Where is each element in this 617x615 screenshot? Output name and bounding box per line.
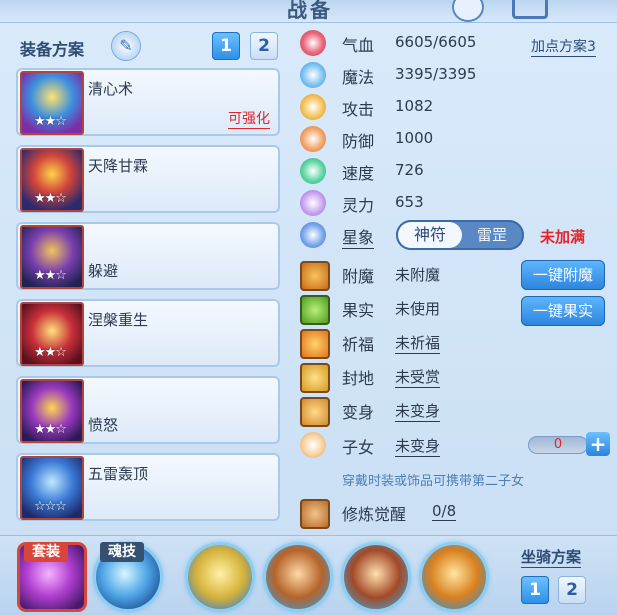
stat-value: 1082 <box>395 97 434 115</box>
skill-slot-3[interactable]: ★★☆ 躲避 <box>16 222 280 290</box>
stat-value: 726 <box>395 161 424 179</box>
brush-edit-icon[interactable]: ✎ <box>112 32 140 60</box>
sword-icon <box>300 94 326 120</box>
skill-name: 五雷轰顶 <box>88 465 149 483</box>
skill-name: 天降甘霖 <box>88 157 149 175</box>
title-bar: 战备 <box>0 0 617 23</box>
skill-slot-4[interactable]: ★★☆ 涅槃重生 <box>16 299 280 367</box>
window-title: 战备 <box>287 0 333 22</box>
stat-label: 魔法 <box>342 68 375 87</box>
stat-label: 防御 <box>342 132 375 151</box>
equipment-plan-label: 装备方案 <box>20 40 85 59</box>
skill-stars: ★★☆ <box>34 422 67 437</box>
stat-value: 3395/3395 <box>395 65 477 83</box>
stat-label: 攻击 <box>342 100 375 119</box>
extra-label: 祈福 <box>342 335 375 354</box>
child-icon <box>300 432 326 458</box>
extra-value: 未附魔 <box>395 266 441 284</box>
mount-skill-flex-icon[interactable] <box>422 545 486 609</box>
fief-icon <box>300 363 330 393</box>
child-label: 子女 <box>342 438 375 457</box>
skill-icon-qingxin: ★★☆ <box>20 71 84 135</box>
extra-value: 未使用 <box>395 300 441 318</box>
child-hint: 穿戴时装或饰品可携带第二子女 <box>342 474 525 489</box>
skill-name: 躲避 <box>88 262 119 280</box>
stat-label: 气血 <box>342 36 375 55</box>
skill-icon-tianjiang: ★★☆ <box>20 148 84 212</box>
transform-icon <box>300 397 330 427</box>
skill-icon-fennu: ★★☆ <box>20 379 84 443</box>
one-key-enchant-button[interactable]: 一键附魔 <box>521 260 605 290</box>
child-count: 0 <box>528 436 588 454</box>
mount-skill-shield-icon[interactable] <box>188 545 252 609</box>
stat-value: 6605/6605 <box>395 33 477 51</box>
extra-label: 变身 <box>342 403 375 422</box>
mount-skill-beast-icon[interactable] <box>344 545 408 609</box>
cultivate-label: 修炼觉醒 <box>342 505 407 524</box>
skill-stars: ☆☆☆ <box>34 499 67 514</box>
edit-icon[interactable] <box>512 0 548 19</box>
fruit-icon <box>300 295 330 325</box>
extra-value[interactable]: 未祈福 <box>395 332 441 354</box>
heart-icon <box>300 30 326 56</box>
one-key-fruit-button[interactable]: 一键果实 <box>521 296 605 326</box>
stat-value: 1000 <box>395 129 434 147</box>
mount-plan-button-1[interactable]: 1 <box>521 576 549 604</box>
star-sign-toggle[interactable]: 神符 雷罡 <box>396 220 524 250</box>
add-child-button[interactable]: + <box>586 432 610 456</box>
shield-icon <box>300 126 326 152</box>
skill-name: 愤怒 <box>88 416 119 434</box>
skill-name: 清心术 <box>88 80 134 98</box>
extra-value[interactable]: 未变身 <box>395 400 441 422</box>
stat-label: 灵力 <box>342 196 375 215</box>
toggle-option-shenfu[interactable]: 神符 <box>398 222 462 248</box>
star-sign-icon <box>300 222 326 248</box>
skill-slot-6[interactable]: ☆☆☆ 五雷轰顶 <box>16 453 280 521</box>
upgradeable-badge[interactable]: 可强化 <box>228 108 270 129</box>
toggle-option-leigang[interactable]: 雷罡 <box>462 222 522 248</box>
skill-stars: ★★☆ <box>34 268 67 283</box>
stat-label: 速度 <box>342 164 375 183</box>
enchant-icon <box>300 261 330 291</box>
skill-slot-5[interactable]: ★★☆ 愤怒 <box>16 376 280 444</box>
star-sign-status: 未加满 <box>540 228 586 246</box>
skill-icon-duobi: ★★☆ <box>20 225 84 289</box>
skill-slot-2[interactable]: ★★☆ 天降甘霖 <box>16 145 280 213</box>
attribute-plan-link[interactable]: 加点方案3 <box>531 36 596 57</box>
skill-slot-1[interactable]: ★★☆ 清心术 可强化 <box>16 68 280 136</box>
cultivate-value[interactable]: 0/8 <box>432 502 457 521</box>
equipment-plan-panel: 装备方案 ✎ 1 2 ★★☆ 清心术 可强化 ★★☆ 天降甘霖 ★★☆ 躲避 ★… <box>10 26 290 531</box>
extra-label: 果实 <box>342 301 375 320</box>
skill-name: 涅槃重生 <box>88 311 149 329</box>
skill-stars: ★★☆ <box>34 345 67 360</box>
skill-icon-wulei: ☆☆☆ <box>20 456 84 520</box>
child-value[interactable]: 未变身 <box>395 435 441 457</box>
mount-plan-label[interactable]: 坐骑方案 <box>521 546 582 568</box>
soul-skill-tag: 魂技 <box>100 542 144 562</box>
skill-stars: ★★☆ <box>34 114 67 129</box>
star-sign-label[interactable]: 星象 <box>342 224 375 249</box>
mount-skill-warrior-icon[interactable] <box>266 545 330 609</box>
skill-stars: ★★☆ <box>34 191 67 206</box>
extra-label: 封地 <box>342 369 375 388</box>
mount-plan-button-2[interactable]: 2 <box>558 576 586 604</box>
cultivate-icon <box>300 499 330 529</box>
lightning-icon <box>300 158 326 184</box>
bless-icon <box>300 329 330 359</box>
skill-icon-niepan: ★★☆ <box>20 302 84 366</box>
plan-button-2[interactable]: 2 <box>250 32 278 60</box>
stat-value: 653 <box>395 193 424 211</box>
help-icon[interactable] <box>452 0 484 22</box>
extra-label: 附魔 <box>342 267 375 286</box>
suit-tag: 套装 <box>24 542 68 562</box>
mana-icon <box>300 62 326 88</box>
plan-button-1[interactable]: 1 <box>212 32 240 60</box>
spirit-icon <box>300 190 326 216</box>
extra-value[interactable]: 未受赏 <box>395 366 441 388</box>
